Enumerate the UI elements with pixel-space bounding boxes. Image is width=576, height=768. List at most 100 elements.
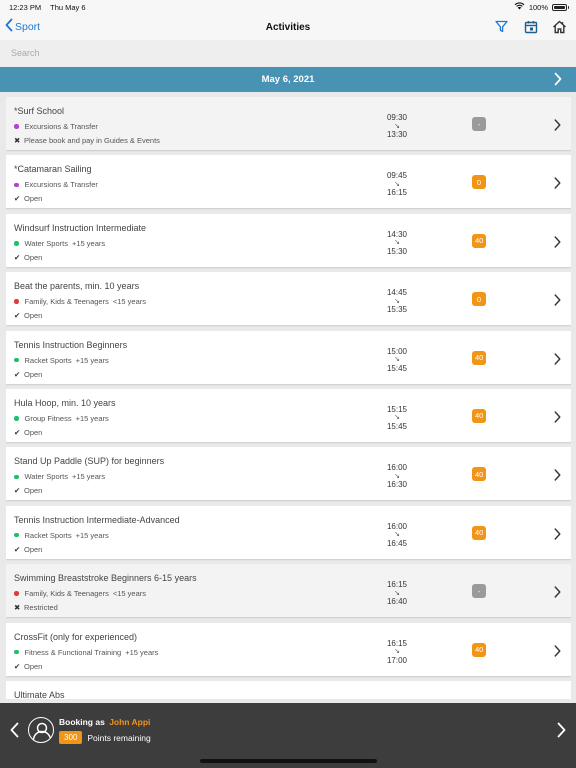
chevron-right-icon bbox=[554, 176, 561, 194]
activity-time: 16:00 ↘ 16:30 bbox=[376, 464, 418, 490]
activity-category-row: Excursions & Transfer bbox=[14, 180, 102, 189]
points-badge: 40 bbox=[472, 408, 487, 423]
activity-status-row: ✔ Open bbox=[14, 253, 42, 262]
list-item[interactable]: CrossFit (only for experienced) Fitness &… bbox=[6, 622, 571, 676]
start-time: 09:45 bbox=[386, 171, 408, 181]
back-button[interactable]: Sport bbox=[5, 18, 40, 35]
chevron-right-icon bbox=[554, 527, 561, 545]
end-time: 16:30 bbox=[386, 480, 408, 490]
status-date: Thu May 6 bbox=[50, 2, 86, 12]
activity-time: 16:15 ↘ 16:40 bbox=[376, 581, 418, 607]
activity-name: Hula Hoop, min. 10 years bbox=[14, 397, 116, 408]
activity-category: Excursions & Transfer bbox=[24, 180, 98, 190]
list-item[interactable]: Windsurf Instruction Intermediate Water S… bbox=[6, 213, 571, 267]
page-title: Activities bbox=[265, 21, 311, 33]
list-item[interactable]: Tennis Instruction Intermediate-Advanced… bbox=[6, 505, 571, 559]
activity-age: +15 years bbox=[71, 472, 106, 482]
battery-percent: 100% bbox=[528, 2, 548, 12]
list-item[interactable]: *Surf School Excursions & Transfer ✖ Please… bbox=[6, 97, 571, 150]
category-dot-icon bbox=[14, 649, 19, 655]
avatar-icon[interactable] bbox=[28, 717, 54, 743]
points-badge: 40 bbox=[472, 642, 487, 657]
activity-name: *Surf School bbox=[14, 106, 65, 116]
search-input[interactable] bbox=[11, 48, 565, 58]
calendar-icon[interactable] bbox=[522, 18, 539, 35]
date-bar: May 6, 2021 bbox=[0, 67, 576, 92]
end-time: 15:45 bbox=[386, 363, 408, 373]
search-bar bbox=[0, 40, 576, 66]
status-bar: 12:23 PM Thu May 6 100% bbox=[0, 0, 576, 14]
activity-time: 09:45 ↘ 16:15 bbox=[376, 172, 418, 198]
points-badge: 40 bbox=[472, 350, 487, 365]
list-item[interactable]: Swimming Breaststroke Beginners 6-15 yea… bbox=[6, 564, 571, 618]
chevron-right-icon bbox=[554, 410, 561, 428]
activity-category: Family, Kids & Teenagers bbox=[24, 589, 109, 599]
list-item[interactable]: Tennis Instruction Beginners Racket Sport… bbox=[6, 330, 571, 384]
activity-status-row: ✔ Open bbox=[14, 194, 42, 203]
activity-status: Please book and pay in Guides & Events bbox=[24, 136, 160, 145]
end-time: 16:15 bbox=[386, 188, 408, 198]
activity-age: +15 years bbox=[75, 530, 109, 540]
activity-status: Open bbox=[24, 544, 43, 554]
chevron-right-icon bbox=[554, 468, 561, 486]
points-badge: 40 bbox=[472, 233, 487, 248]
activity-category: Racket Sports bbox=[24, 530, 72, 540]
chevron-left-icon bbox=[5, 18, 13, 35]
status-time: 12:23 PM bbox=[9, 2, 42, 12]
category-dot-icon bbox=[14, 357, 19, 363]
list-item[interactable]: *Catamaran Sailing Excursions & Transfer ✔… bbox=[6, 155, 571, 209]
chevron-right-icon bbox=[554, 235, 561, 253]
activity-category-row: Family, Kids & Teenagers <15 years bbox=[14, 589, 146, 598]
chevron-right-icon bbox=[554, 293, 561, 311]
end-time: 15:30 bbox=[386, 246, 408, 256]
activity-status: Open bbox=[24, 311, 43, 321]
points-badge: 300 bbox=[59, 731, 83, 744]
activity-status-row: ✔ Open bbox=[14, 428, 42, 437]
list-item[interactable]: Hula Hoop, min. 10 years Group Fitness +15… bbox=[6, 388, 571, 442]
check-icon: ✔ bbox=[14, 661, 21, 671]
start-time: 15:15 bbox=[386, 404, 408, 414]
points-info: 300 Points remaining bbox=[59, 731, 151, 744]
activity-status: Open bbox=[24, 252, 43, 262]
activity-time: 14:30 ↘ 15:30 bbox=[376, 230, 418, 257]
activity-status-row: ✔ Open bbox=[14, 311, 42, 320]
start-time: 09:30 bbox=[386, 113, 408, 122]
activity-name: Ultimate Abs bbox=[14, 689, 65, 699]
list-item[interactable]: Beat the parents, min. 10 years Family, K… bbox=[6, 272, 571, 326]
activity-status: Restricted bbox=[24, 603, 58, 613]
activity-age: +15 years bbox=[75, 413, 109, 423]
activity-time: 15:15 ↘ 15:45 bbox=[376, 404, 418, 432]
activity-status-row: ✖ Please book and pay in Guides & Events bbox=[14, 136, 160, 145]
activity-category: Excursions & Transfer bbox=[24, 122, 98, 131]
nav-bar: Sport Activities bbox=[0, 14, 576, 40]
filter-icon[interactable] bbox=[493, 18, 510, 35]
list-item-partial[interactable]: Ultimate Abs bbox=[6, 680, 571, 699]
start-time: 16:15 bbox=[386, 638, 408, 648]
category-dot-icon bbox=[14, 416, 19, 421]
chevron-right-icon bbox=[554, 352, 561, 370]
activity-status: Open bbox=[24, 486, 43, 496]
activity-status-row: ✔ Open bbox=[14, 662, 42, 671]
points-badge: 40 bbox=[472, 525, 487, 540]
category-dot-icon bbox=[14, 474, 19, 480]
activity-category-row: Water Sports +15 years bbox=[14, 239, 105, 248]
check-icon: ✔ bbox=[14, 252, 21, 262]
home-icon[interactable] bbox=[551, 18, 568, 35]
chevron-right-icon[interactable] bbox=[554, 72, 562, 89]
category-dot-icon bbox=[14, 182, 19, 188]
list-item[interactable]: Stand Up Paddle (SUP) for beginners Water… bbox=[6, 447, 571, 501]
wifi-icon bbox=[514, 2, 525, 12]
activity-status-row: ✔ Open bbox=[14, 370, 42, 379]
points-badge: - bbox=[472, 117, 486, 131]
activity-category: Water Sports bbox=[24, 238, 68, 248]
chevron-right-icon[interactable] bbox=[557, 722, 566, 743]
end-time: 16:45 bbox=[386, 538, 408, 548]
chevron-left-icon[interactable] bbox=[10, 722, 19, 743]
chevron-right-icon bbox=[554, 585, 561, 603]
category-dot-icon bbox=[14, 124, 19, 129]
activity-time: 15:00 ↘ 15:45 bbox=[376, 347, 418, 374]
check-icon: ✔ bbox=[14, 194, 21, 204]
check-icon: ✔ bbox=[14, 311, 21, 321]
activity-age: +15 years bbox=[71, 238, 106, 248]
activity-name: Tennis Instruction Intermediate-Advanced bbox=[14, 514, 180, 525]
